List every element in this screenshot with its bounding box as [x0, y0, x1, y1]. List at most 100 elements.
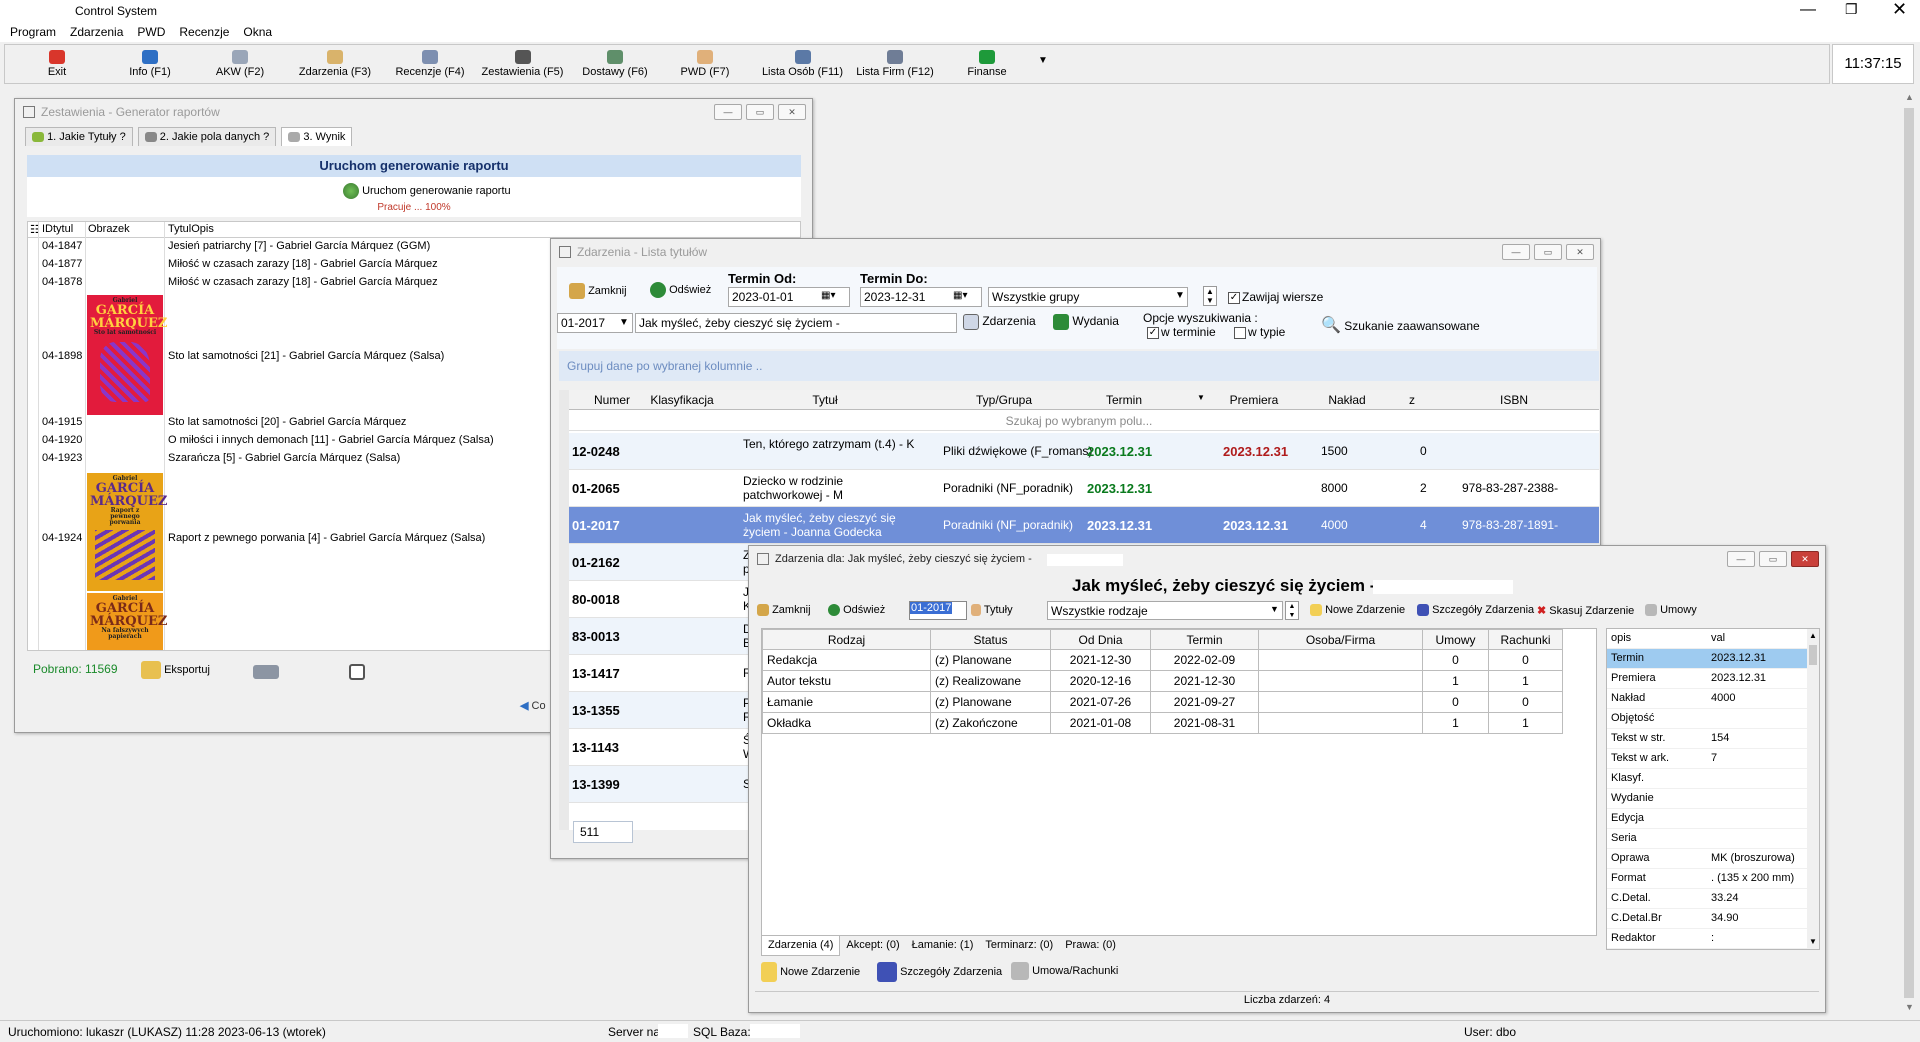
- col-premiera[interactable]: Premiera: [1209, 393, 1299, 407]
- props-scrollbar[interactable]: ▲ ▼: [1807, 629, 1819, 949]
- groups-stepper[interactable]: ▲ ▼: [1203, 286, 1217, 306]
- col-osoba[interactable]: Osoba/Firma: [1258, 629, 1423, 650]
- minimize-button[interactable]: —: [1727, 551, 1755, 567]
- run-report-button[interactable]: Uruchom generowanie raportu: [343, 183, 511, 199]
- col-status[interactable]: Status: [930, 629, 1051, 650]
- minimize-icon[interactable]: —: [1800, 1, 1816, 19]
- report-row[interactable]: 04-1898: [42, 350, 82, 362]
- property-row[interactable]: Nakład 4000: [1607, 689, 1819, 709]
- chevron-down-icon[interactable]: ▼: [619, 317, 629, 328]
- close-button[interactable]: ✕: [1566, 244, 1594, 260]
- table-row-selected[interactable]: 01-2017 Jak myśleć, żeby cieszyć się życ…: [569, 507, 1599, 544]
- zestawienia-button[interactable]: Zestawienia (F5): [480, 50, 565, 78]
- events-grid[interactable]: Rodzaj Status Od Dnia Termin Osoba/Firma…: [761, 628, 1597, 936]
- col-termin[interactable]: Termin: [1150, 629, 1259, 650]
- scroll-up-icon[interactable]: ▲: [1809, 631, 1817, 640]
- menu-zdarzenia[interactable]: Zdarzenia: [70, 22, 123, 42]
- tab-result[interactable]: 3. Wynik: [281, 127, 353, 146]
- columns-icon[interactable]: [349, 664, 365, 680]
- property-row[interactable]: Edycja: [1607, 809, 1819, 829]
- event-details-button[interactable]: Szczegóły Zdarzenia: [1417, 604, 1534, 617]
- property-row[interactable]: Termin 2023.12.31: [1607, 649, 1819, 669]
- col-klasyfikacja[interactable]: Klasyfikacja: [647, 393, 717, 407]
- minimize-button[interactable]: —: [714, 104, 742, 120]
- info-button[interactable]: Info (F1): [115, 50, 185, 78]
- property-row[interactable]: Tekst w ark. 7: [1607, 749, 1819, 769]
- property-row[interactable]: Klasyf.: [1607, 769, 1819, 789]
- report-row[interactable]: 04-1877: [42, 258, 82, 270]
- calendar-dropdown-icon[interactable]: ▦▾: [953, 290, 967, 301]
- menu-pwd[interactable]: PWD: [137, 22, 165, 42]
- col-naklad[interactable]: Nakład: [1307, 393, 1387, 407]
- property-row[interactable]: Oprawa MK (broszurowa): [1607, 849, 1819, 869]
- tab-lamanie[interactable]: Łamanie: (1): [906, 936, 980, 956]
- table-row[interactable]: 01-2065 Dziecko w rodzinie patchworkowej…: [569, 470, 1599, 507]
- table-row[interactable]: Autor tekstu (z) Realizowane 2020-12-16 202…: [762, 670, 1563, 692]
- editions-button[interactable]: Wydania: [1053, 314, 1119, 330]
- close-events-button[interactable]: Zamknij: [757, 604, 811, 617]
- col-tytul[interactable]: Tytuł: [735, 393, 915, 407]
- chevron-down-icon[interactable]: ▼: [1175, 290, 1185, 301]
- in-type-checkbox[interactable]: w typie: [1234, 325, 1285, 339]
- restore-icon[interactable]: ❐: [1845, 1, 1858, 18]
- property-row[interactable]: Seria: [1607, 829, 1819, 849]
- property-row[interactable]: C.Detal.Br 34.90: [1607, 909, 1819, 929]
- table-row[interactable]: 12-0248 Ten, którego zatrzymam (t.4) - K…: [569, 433, 1599, 470]
- table-row[interactable]: Redakcja (z) Planowane 2021-12-30 2022-02-0…: [762, 649, 1563, 671]
- new-event-bottom-button[interactable]: Nowe Zdarzenie: [761, 962, 860, 982]
- exit-button[interactable]: Exit: [27, 50, 87, 78]
- group-panel[interactable]: Grupuj dane po wybranej kolumnie ..: [559, 351, 1599, 381]
- title-search-input[interactable]: Jak myśleć, żeby cieszyć się życiem -: [635, 313, 957, 333]
- report-row[interactable]: 04-1920: [42, 434, 82, 446]
- table-row[interactable]: Łamanie (z) Planowane 2021-07-26 2021-09-27…: [762, 691, 1563, 713]
- finanse-button[interactable]: Finanse: [957, 50, 1017, 78]
- maximize-button[interactable]: ▭: [1534, 244, 1562, 260]
- property-row[interactable]: C.Detal. 33.24: [1607, 889, 1819, 909]
- properties-grid[interactable]: opis val Termin 2023.12.31 Premiera 2023.12.…: [1606, 628, 1820, 950]
- recenzje-button[interactable]: Recenzje (F4): [390, 50, 470, 78]
- close-titles-button[interactable]: Zamknij: [569, 283, 627, 299]
- advanced-search-button[interactable]: 🔍 Szukanie zaawansowane: [1321, 315, 1480, 335]
- tab-prawa[interactable]: Prawa: (0): [1059, 936, 1122, 956]
- col-numer[interactable]: Numer: [583, 393, 641, 407]
- zdarzenia-button[interactable]: Zdarzenia (F3): [295, 50, 375, 78]
- minimize-button[interactable]: —: [1502, 244, 1530, 260]
- tab-events[interactable]: Zdarzenia (4): [761, 936, 841, 956]
- titles-button[interactable]: Tytuły: [971, 604, 1013, 617]
- scroll-thumb[interactable]: [1904, 108, 1914, 998]
- property-row[interactable]: Tekst w str. 154: [1607, 729, 1819, 749]
- contract-invoice-button[interactable]: Umowa/Rachunki: [1011, 962, 1118, 980]
- main-scrollbar[interactable]: ▲ ▼: [1900, 92, 1918, 1017]
- col-rachunki[interactable]: Rachunki: [1488, 629, 1563, 650]
- export-button[interactable]: Eksportuj: [141, 661, 210, 679]
- report-row[interactable]: 04-1847: [42, 240, 82, 252]
- dostawy-button[interactable]: Dostawy (F6): [575, 50, 655, 78]
- delete-event-button[interactable]: ✖ Skasuj Zdarzenie: [1537, 604, 1634, 617]
- tab-terminarz[interactable]: Terminarz: (0): [979, 936, 1059, 956]
- event-details-bottom-button[interactable]: Szczegóły Zdarzenia: [877, 962, 1002, 982]
- tab-akcept[interactable]: Akcept: (0): [840, 936, 905, 956]
- close-button[interactable]: ✕: [778, 104, 806, 120]
- menu-program[interactable]: Program: [10, 22, 56, 42]
- contracts-button[interactable]: Umowy: [1645, 604, 1697, 617]
- refresh-button[interactable]: Odśwież: [650, 282, 711, 298]
- scroll-up-icon[interactable]: ▲: [1905, 92, 1914, 102]
- col-isbn[interactable]: ISBN: [1439, 393, 1589, 407]
- in-term-checkbox[interactable]: ✓ w terminie: [1147, 325, 1216, 339]
- code-field[interactable]: 01-2017: [909, 601, 967, 620]
- wrap-rows-checkbox[interactable]: ✓ Zawijaj wiersze: [1228, 290, 1323, 304]
- col-od-dnia[interactable]: Od Dnia: [1050, 629, 1151, 650]
- menu-okna[interactable]: Okna: [243, 22, 272, 42]
- property-row[interactable]: Redaktor:: [1607, 929, 1819, 949]
- lista-osob-button[interactable]: Lista Osób (F11): [755, 50, 850, 78]
- scroll-down-icon[interactable]: ▼: [1905, 1002, 1914, 1012]
- calendar-dropdown-icon[interactable]: ▦▾: [821, 290, 835, 301]
- groups-select[interactable]: Wszystkie grupy: [988, 287, 1188, 307]
- lista-firm-button[interactable]: Lista Firm (F12): [850, 50, 940, 78]
- col-z[interactable]: z: [1387, 393, 1437, 407]
- col-umowy[interactable]: Umowy: [1422, 629, 1489, 650]
- pwd-button[interactable]: PWD (F7): [670, 50, 740, 78]
- scroll-thumb[interactable]: [1809, 645, 1817, 665]
- close-icon[interactable]: ✕: [1892, 0, 1907, 20]
- events-button[interactable]: Zdarzenia: [963, 314, 1036, 330]
